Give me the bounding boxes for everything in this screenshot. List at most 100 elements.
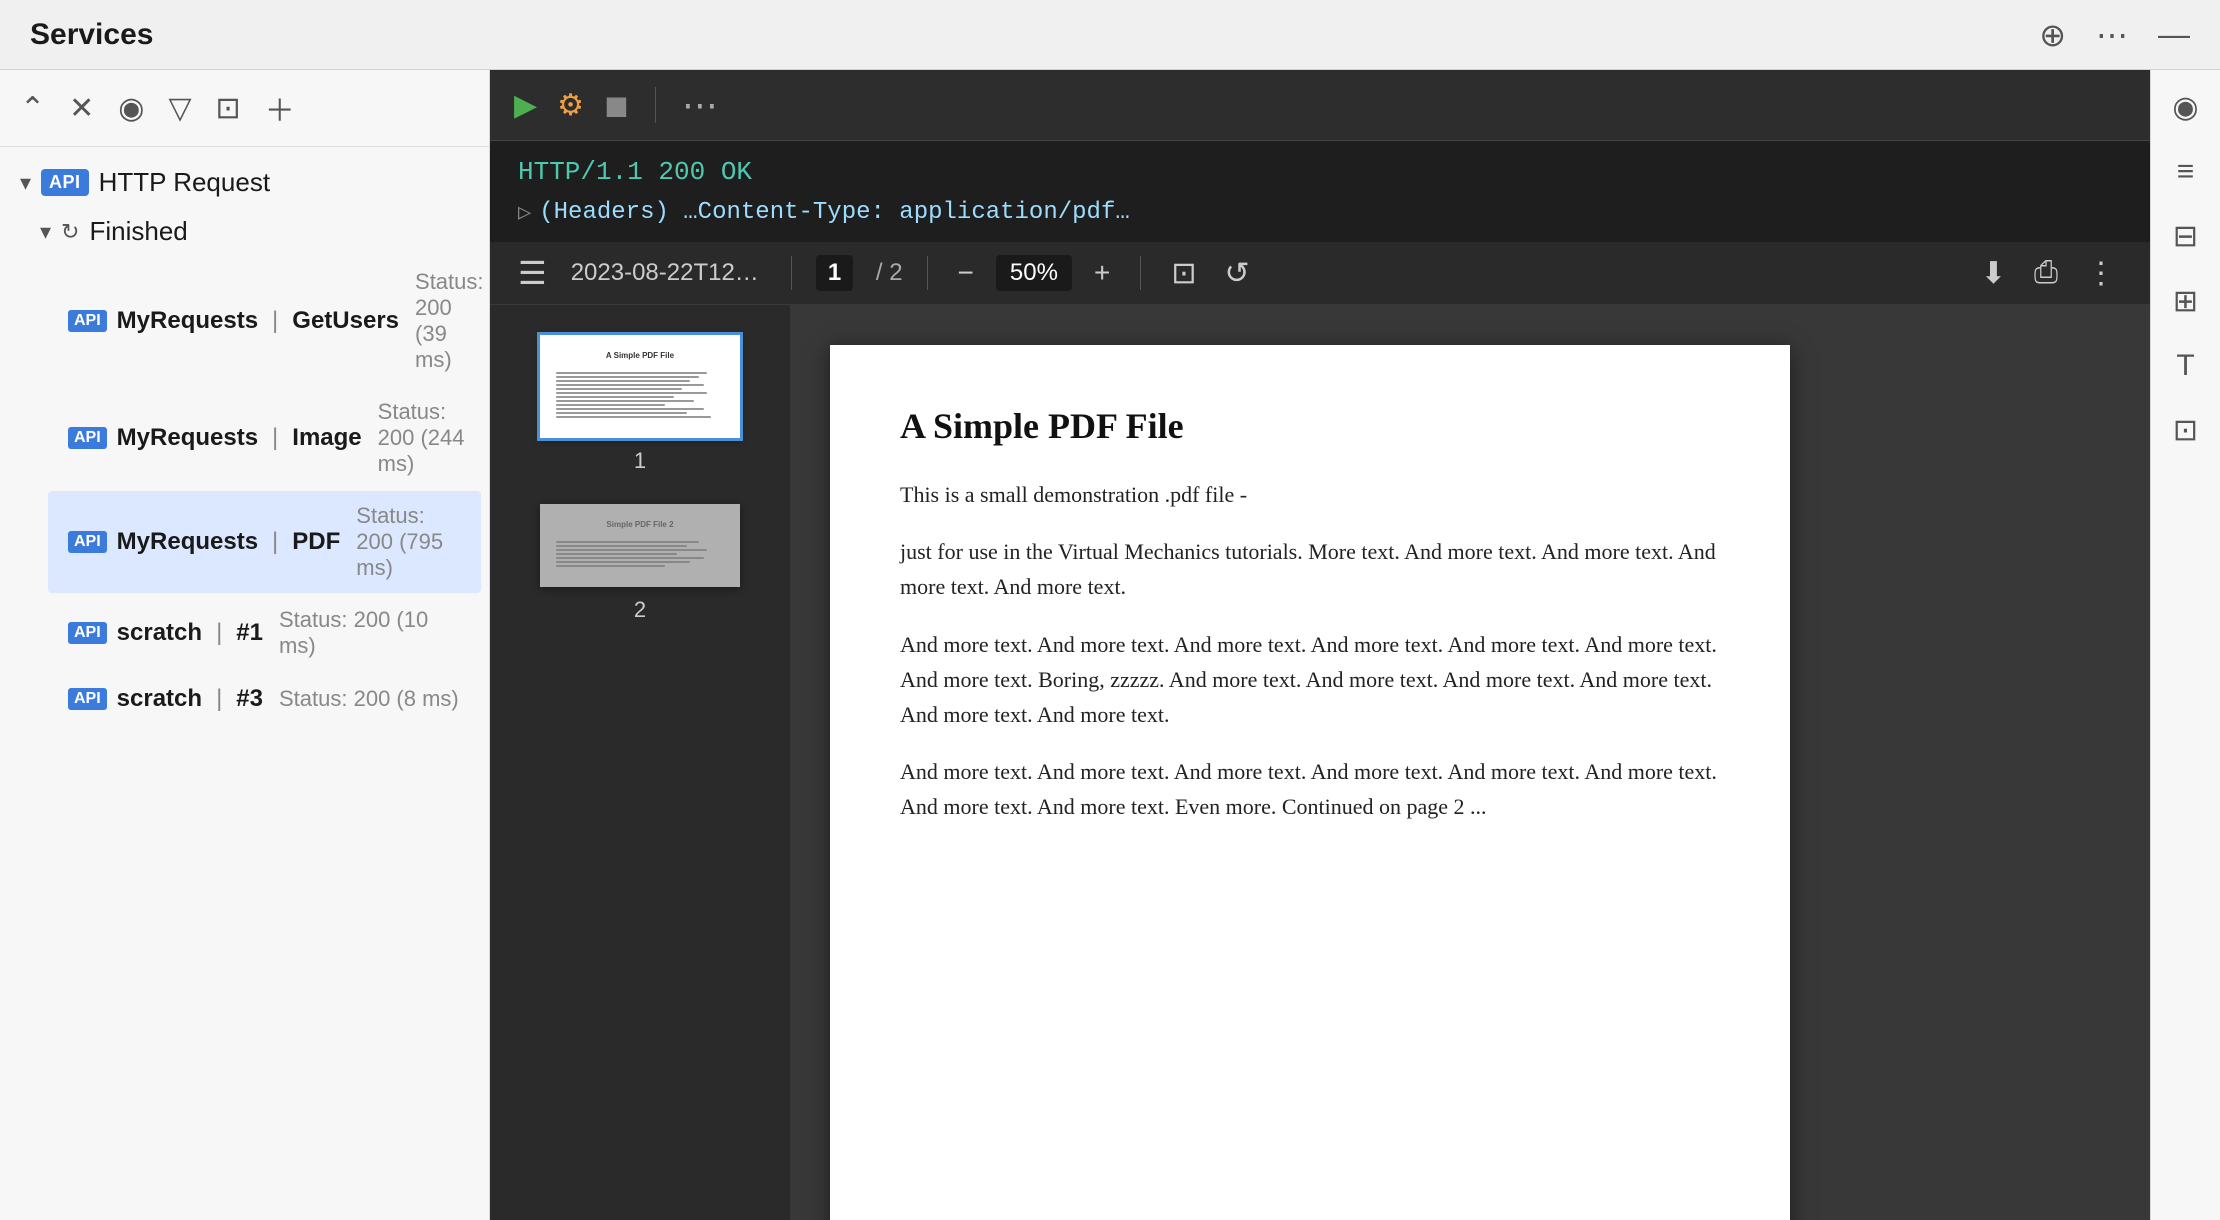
main-layout: ⌃ ✕ ◉ ▽ ⊡ ＋ ▾ API HTTP Request ▾ ↻ Finis… [0, 70, 2220, 1220]
left-panel: ⌃ ✕ ◉ ▽ ⊡ ＋ ▾ API HTTP Request ▾ ↻ Finis… [0, 70, 490, 1220]
pdf-zoom-level[interactable]: 50% [996, 255, 1072, 291]
pdf-current-page[interactable]: 1 [816, 255, 853, 291]
api-badge: API [41, 169, 89, 196]
request-item-pdf[interactable]: API MyRequests | PDF Status: 200 (795 ms… [48, 491, 481, 593]
request-item-scratch-3[interactable]: API scratch | #3 Status: 200 (8 ms) [48, 673, 481, 725]
pdf-page-title: A Simple PDF File [900, 405, 1720, 447]
add-icon[interactable]: ＋ [265, 86, 295, 130]
chevron-up-icon[interactable]: ⌃ [20, 91, 45, 126]
pdf-toolbar-sep1 [791, 256, 792, 290]
pdf-toolbar-sep3 [1140, 256, 1141, 290]
pdf-para-3: And more text. And more text. And more t… [900, 627, 1720, 733]
thumb-line [556, 553, 677, 555]
filter-icon[interactable]: ▽ [168, 91, 191, 126]
right-sidebar: ◉ ≡ ⊟ ⊞ T ⊡ [2150, 70, 2220, 1220]
pdf-thumb-lines-2 [556, 537, 724, 571]
rs-list-alt-icon[interactable]: ⊟ [2173, 219, 2198, 254]
pdf-thumb-title-1: A Simple PDF File [556, 351, 724, 360]
tree-group-header-finished[interactable]: ▾ ↻ Finished [40, 208, 489, 255]
pdf-print-btn[interactable]: ⎙ [2028, 256, 2064, 290]
pdf-zoom-in-btn[interactable]: + [1088, 257, 1116, 289]
headers-expand-arrow[interactable]: ▷ [518, 200, 531, 226]
thumb-line [556, 372, 707, 374]
thumb-line [556, 412, 687, 414]
rs-eye-icon[interactable]: ◉ [2172, 90, 2198, 125]
request-item-scratch-1[interactable]: API scratch | #1 Status: 200 (10 ms) [48, 595, 481, 671]
minimize-icon[interactable]: — [2158, 16, 2190, 53]
close-icon[interactable]: ✕ [69, 91, 94, 126]
tree-root-label: HTTP Request [99, 167, 270, 198]
right-panel: ▶ ⚙ ◼ ⋯ HTTP/1.1 200 OK ▷ (Headers) …Con… [490, 70, 2150, 1220]
thumb-line [556, 541, 699, 543]
response-toolbar: ▶ ⚙ ◼ ⋯ [490, 70, 2150, 141]
pdf-thumb-page2[interactable]: Simple PDF File 2 [540, 504, 740, 587]
pdf-fit-page-btn[interactable]: ⊡ [1165, 256, 1202, 291]
pdf-more-btn[interactable]: ⋮ [2080, 256, 2122, 291]
request-item-image[interactable]: API MyRequests | Image Status: 200 (244 … [48, 387, 481, 489]
api-badge-sm-1: API [68, 310, 107, 332]
tree: ▾ API HTTP Request ▾ ↻ Finished API MyRe… [0, 147, 489, 1220]
ellipsis-icon[interactable]: ⋯ [2096, 16, 2128, 54]
pdf-zoom-out-btn[interactable]: − [952, 257, 980, 289]
debug-icon[interactable]: ⚙ [557, 88, 584, 123]
thumb-line [556, 561, 690, 563]
thumb-line [556, 388, 682, 390]
app-title: Services [30, 18, 153, 52]
pdf-thumb-title-2: Simple PDF File 2 [556, 520, 724, 529]
rs-text-icon[interactable]: T [2176, 349, 2194, 383]
thumb-line [556, 396, 674, 398]
pdf-download-btn[interactable]: ⬇ [1975, 256, 2012, 291]
pdf-toolbar: ☰ 2023-08-22T12… 1 / 2 − 50% + ⊡ ↺ ⬇ ⎙ ⋮ [490, 242, 2150, 305]
thumb-line [556, 376, 699, 378]
pdf-main-content: A Simple PDF File This is a small demons… [790, 305, 2150, 1220]
thumb-line [556, 545, 687, 547]
tree-group-finished: ▾ ↻ Finished API MyRequests | GetUsers S… [0, 208, 489, 725]
thumb-line [556, 384, 704, 386]
api-badge-sm-4: API [68, 622, 107, 644]
pdf-menu-icon[interactable]: ☰ [518, 254, 547, 292]
pdf-thumbnails-panel: A Simple PDF File [490, 305, 790, 1220]
pdf-thumb-lines-1 [556, 368, 724, 422]
rs-indent-icon[interactable]: ⊞ [2173, 284, 2198, 319]
api-badge-sm-3: API [68, 531, 107, 553]
thumb-line [556, 549, 707, 551]
thumb-line [556, 400, 694, 402]
pdf-content: A Simple PDF File [490, 305, 2150, 1220]
more-options-icon[interactable]: ⋯ [682, 84, 720, 126]
pdf-thumb-num-2: 2 [634, 597, 646, 623]
request-item-getusers[interactable]: API MyRequests | GetUsers Status: 200 (3… [48, 257, 481, 385]
pdf-thumb-container-2: Simple PDF File 2 2 [540, 504, 740, 623]
api-badge-sm-2: API [68, 427, 107, 449]
http-status-text: HTTP/1.1 200 OK [518, 157, 752, 187]
toolbar-separator [655, 87, 656, 123]
eye-icon[interactable]: ◉ [118, 91, 144, 126]
pdf-rotate-btn[interactable]: ↺ [1218, 256, 1255, 291]
rs-list-icon[interactable]: ≡ [2177, 155, 2195, 189]
title-bar-actions: ⊕ ⋯ — [2039, 16, 2190, 54]
pdf-para-1: This is a small demonstration .pdf file … [900, 477, 1720, 512]
pdf-thumb-page1[interactable]: A Simple PDF File [540, 335, 740, 438]
thumb-line [556, 557, 704, 559]
pdf-thumb-container-1: A Simple PDF File [540, 335, 740, 474]
refresh-icon[interactable]: ↻ [61, 219, 79, 245]
thumb-line [556, 404, 665, 406]
pdf-page-render: A Simple PDF File This is a small demons… [830, 345, 1790, 1220]
pdf-para-4: And more text. And more text. And more t… [900, 754, 1720, 824]
split-icon[interactable]: ⊡ [216, 91, 241, 126]
tree-root-caret[interactable]: ▾ [20, 170, 31, 196]
pdf-thumb-num-1: 1 [634, 448, 646, 474]
rs-image-icon[interactable]: ⊡ [2173, 413, 2198, 448]
thumb-line [556, 416, 711, 418]
pdf-toolbar-sep2 [927, 256, 928, 290]
api-badge-sm-5: API [68, 688, 107, 710]
pdf-total-pages: / 2 [869, 259, 902, 287]
play-icon[interactable]: ▶ [514, 88, 537, 123]
add-circle-icon[interactable]: ⊕ [2039, 16, 2066, 54]
finished-caret[interactable]: ▾ [40, 219, 51, 245]
pdf-filename: 2023-08-22T12… [571, 259, 759, 287]
stop-icon[interactable]: ◼ [604, 88, 629, 123]
tree-root-http-request[interactable]: ▾ API HTTP Request [0, 157, 489, 208]
finished-label: Finished [89, 216, 187, 247]
thumb-line [556, 565, 665, 567]
http-headers-line: ▷ (Headers) …Content-Type: application/p… [490, 195, 2150, 242]
